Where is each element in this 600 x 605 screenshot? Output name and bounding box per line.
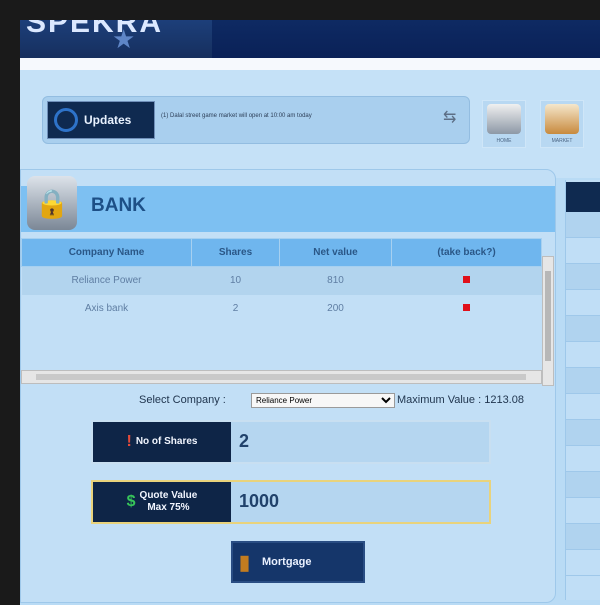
list-item <box>566 212 600 238</box>
nav-home[interactable]: HOME <box>482 100 526 148</box>
list-item <box>566 316 600 342</box>
select-company-label: Select Company : <box>139 394 226 406</box>
list-item <box>566 342 600 368</box>
logo-text: SPEKRA <box>26 20 164 39</box>
home-icon <box>487 104 521 134</box>
cell-net-value: 810 <box>279 266 392 295</box>
shares-field[interactable]: ! No of Shares 2 <box>91 420 491 464</box>
side-panel-header <box>566 182 600 212</box>
horizontal-scrollbar[interactable] <box>21 370 542 384</box>
list-item <box>566 550 600 576</box>
table-row: Axis bank 2 200 <box>22 295 542 323</box>
col-company: Company Name <box>21 238 192 267</box>
holdings-table: Company Name Shares Net value (take back… <box>21 238 542 323</box>
top-bar: Updates (1) Dalal street game market wil… <box>20 70 600 178</box>
divider <box>20 58 600 70</box>
side-panel-rows <box>566 212 600 576</box>
cell-shares: 10 <box>191 266 280 295</box>
shares-label: No of Shares <box>135 436 198 447</box>
list-item <box>566 394 600 420</box>
list-item <box>566 446 600 472</box>
quote-label-text: Quote Value Max 75% <box>140 490 198 514</box>
vertical-scrollbar[interactable] <box>542 256 554 386</box>
updates-panel: Updates (1) Dalal street game market wil… <box>42 96 470 144</box>
quote-label: Quote Value <box>139 490 198 501</box>
col-net-value: Net value <box>279 238 392 267</box>
cell-company: Axis bank <box>84 303 129 314</box>
updates-label: Updates <box>84 113 132 127</box>
list-item <box>566 472 600 498</box>
bank-title: BANK <box>91 195 146 216</box>
dollar-icon: $ <box>126 493 136 510</box>
shares-input[interactable]: 2 <box>239 431 249 452</box>
take-back-button[interactable] <box>463 276 470 284</box>
max-value: Maximum Value : 1213.08 <box>397 394 524 406</box>
take-back-cell <box>392 295 542 323</box>
updates-button[interactable]: Updates <box>47 101 155 139</box>
take-back-button[interactable] <box>463 304 470 311</box>
cell-shares: 2 <box>232 303 239 314</box>
cell-net-value: 200 <box>327 303 344 314</box>
refresh-icon <box>54 108 78 132</box>
company-select[interactable]: Reliance Power <box>251 393 395 408</box>
bank-panel: 🔒 BANK Company Name Shares Net value (ta… <box>20 169 556 603</box>
bank-icon: 🔒 <box>27 176 77 230</box>
list-item <box>566 524 600 550</box>
logo[interactable]: SPEKRA ★ <box>20 20 212 58</box>
company-select-row: Select Company : Reliance Power Maximum … <box>21 392 555 410</box>
side-panel <box>565 180 600 600</box>
app-window: SPEKRA ★ Updates (1) Dalal street game m… <box>20 20 600 605</box>
quote-field[interactable]: $ Quote Value Max 75% 1000 <box>91 480 491 524</box>
list-item <box>566 420 600 446</box>
scroll-thumb[interactable] <box>545 271 551 361</box>
col-shares: Shares <box>191 238 280 267</box>
updates-ticker: (1) Dalal street game market will open a… <box>161 113 312 119</box>
col-take-back: (take back?) <box>391 238 542 267</box>
quote-label-box: $ Quote Value Max 75% <box>93 482 231 522</box>
mortgage-label: Mortgage <box>262 556 312 568</box>
nav-home-label: HOME <box>496 138 512 144</box>
scroll-thumb[interactable] <box>36 374 526 380</box>
take-back-cell <box>391 266 542 295</box>
nav-market-label: MARKET <box>551 138 573 144</box>
quote-max-label: Max 75% <box>147 502 190 513</box>
cell-company: Reliance Power <box>21 266 192 295</box>
loading-icon: ⇆ <box>443 109 457 126</box>
list-item <box>566 498 600 524</box>
list-item <box>566 368 600 394</box>
exclamation-icon: ! <box>126 433 132 450</box>
list-item <box>566 290 600 316</box>
site-header: SPEKRA ★ <box>20 20 600 58</box>
quote-input[interactable]: 1000 <box>239 491 279 512</box>
list-item <box>566 264 600 290</box>
shares-label-box: ! No of Shares <box>93 422 231 462</box>
book-icon: ▮ <box>239 551 251 574</box>
market-icon <box>545 104 579 134</box>
runner-icon: ★ <box>112 24 136 54</box>
mortgage-button[interactable]: ▮ Mortgage <box>231 541 365 583</box>
table-row: Reliance Power 10 810 <box>21 266 542 295</box>
table-header-row: Company Name Shares Net value (take back… <box>21 238 542 267</box>
list-item <box>566 238 600 264</box>
nav-market[interactable]: MARKET <box>540 100 584 148</box>
